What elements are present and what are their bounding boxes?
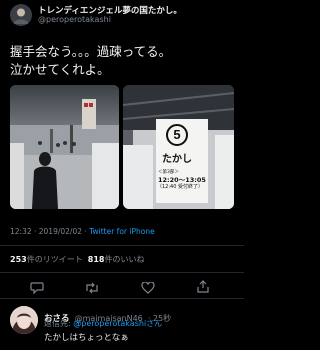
tweet-photo-right[interactable] (123, 85, 234, 209)
share-button[interactable] (196, 278, 210, 293)
share-icon (197, 280, 209, 293)
like-label[interactable]: 件のいいね (105, 255, 145, 264)
like-count[interactable]: 818 (88, 255, 105, 264)
divider-3 (0, 298, 244, 299)
replying-to-prefix: 返信先: (44, 319, 74, 328)
like-button[interactable] (141, 279, 155, 294)
retweet-icon (86, 282, 98, 294)
venue-photo-right (123, 85, 234, 209)
retweet-count[interactable]: 253 (10, 255, 27, 264)
retweet-button[interactable] (84, 279, 100, 294)
client-link[interactable]: Twitter for iPhone (89, 227, 155, 236)
replying-to: 返信先: @peroperotakashiさん (44, 318, 162, 329)
divider-2 (0, 272, 244, 273)
replying-to-handle[interactable]: @peroperotakashiさん (73, 319, 162, 328)
tweet-stats: 253件のリツイート 818件のいいね (10, 254, 145, 265)
heart-icon (141, 281, 155, 294)
reply-avatar[interactable] (10, 306, 38, 334)
reply-button[interactable] (30, 279, 44, 295)
divider-1 (0, 245, 244, 246)
timestamp-text: 12:32 · 2019/02/02 · (10, 227, 90, 236)
author-avatar[interactable] (10, 4, 32, 26)
venue-photo-left (10, 85, 119, 209)
retweet-label[interactable]: 件のリツイート (27, 255, 83, 264)
reply-icon (30, 282, 44, 295)
reply-avatar-image (10, 306, 38, 334)
tweet-text: 握手会なう。。。過疎ってる。 泣かせてくれよ。 (10, 44, 172, 77)
tweet-photo-left[interactable] (10, 85, 119, 209)
sign-closing: （12:40 受付終了） (157, 184, 203, 190)
tweet-timestamp: 12:32 · 2019/02/02 · Twitter for iPhone (10, 227, 155, 236)
author-avatar-image (10, 4, 32, 26)
sign-number: 5 (173, 127, 181, 142)
reply-text: たかしはちょっとなぁ (44, 333, 129, 343)
author-handle[interactable]: @peroperotakashi (38, 15, 111, 24)
sign-name: たかし (162, 154, 192, 165)
sign-number-badge: 5 (166, 124, 188, 146)
